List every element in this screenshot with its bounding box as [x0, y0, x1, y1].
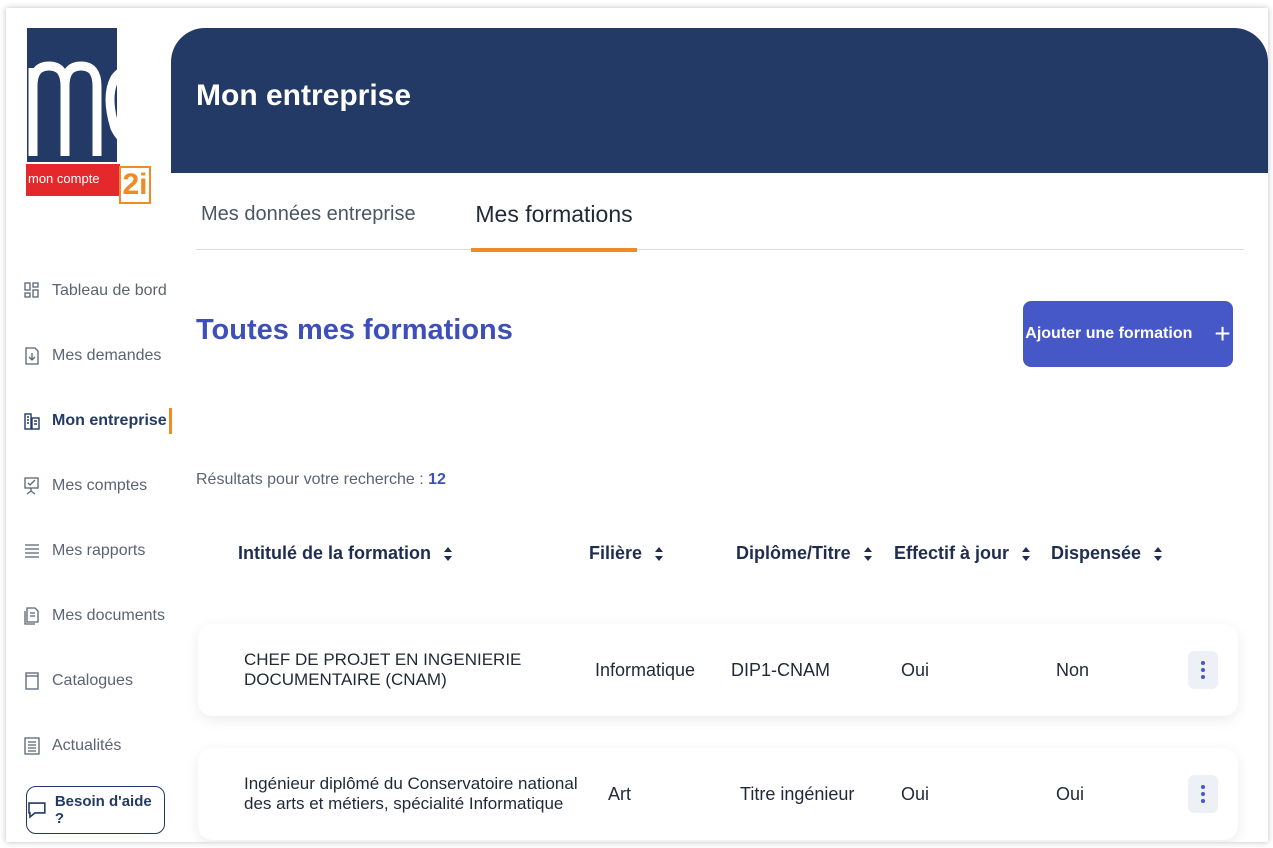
- column-header-label: Diplôme/Titre: [736, 543, 851, 563]
- column-header-diplome[interactable]: Diplôme/Titre: [736, 543, 873, 564]
- plus-icon: +: [1214, 318, 1231, 349]
- cell-effectif: Oui: [901, 659, 930, 680]
- document-download-icon: [25, 346, 39, 365]
- catalog-icon: [25, 671, 39, 690]
- sort-icon: [444, 546, 453, 561]
- table-row[interactable]: Ingénieur diplômé du Conservatoire natio…: [198, 748, 1238, 840]
- sidebar-item-label: Mes documents: [52, 606, 165, 624]
- logo-badge: 2i: [119, 166, 151, 204]
- chat-bubble-icon: [28, 802, 46, 819]
- sidebar-item-label: Mes rapports: [52, 541, 146, 559]
- sidebar-item-tableau-de-bord[interactable]: Tableau de bord: [24, 258, 172, 323]
- sort-icon: [655, 546, 664, 561]
- row-actions-button[interactable]: [1188, 651, 1218, 689]
- sidebar-item-label: Mes demandes: [52, 346, 162, 364]
- building-icon: [24, 412, 40, 430]
- add-formation-label: Ajouter une formation: [1025, 325, 1193, 342]
- column-header-label: Intitulé de la formation: [238, 543, 432, 563]
- app-window: mon compte 2i Tableau de bord Mes demand…: [6, 8, 1268, 842]
- sort-icon: [863, 546, 872, 561]
- column-header-label: Filière: [589, 543, 643, 563]
- column-header-label: Effectif à jour: [894, 543, 1010, 563]
- column-header-effectif[interactable]: Effectif à jour: [894, 543, 1031, 564]
- row-actions-button[interactable]: [1188, 775, 1218, 813]
- column-header-intitule[interactable]: Intitulé de la formation: [238, 543, 453, 564]
- table-header: Intitulé de la formation Filière Diplôme…: [196, 543, 1236, 577]
- sidebar-item-mon-entreprise[interactable]: Mon entreprise: [24, 388, 172, 453]
- sidebar-item-label: Mon entreprise: [52, 411, 167, 429]
- cell-diplome: Titre ingénieur: [740, 783, 855, 804]
- logo-mc[interactable]: [27, 28, 117, 162]
- sidebar-item-label: Catalogues: [52, 671, 133, 689]
- logo-strip-text: mon compte: [26, 164, 120, 196]
- sidebar-item-mes-demandes[interactable]: Mes demandes: [24, 323, 172, 388]
- report-icon: [25, 543, 39, 558]
- cell-intitule: Ingénieur diplômé du Conservatoire natio…: [244, 774, 578, 813]
- column-header-label: Dispensée: [1051, 543, 1142, 563]
- add-formation-button[interactable]: Ajouter une formation +: [1023, 301, 1233, 367]
- sidebar-item-mes-rapports[interactable]: Mes rapports: [24, 518, 172, 583]
- dashboard-icon: [24, 281, 39, 298]
- tab-bar: Mes données entreprise Mes formations: [196, 192, 1244, 252]
- news-icon: [24, 736, 40, 755]
- sidebar-item-catalogues[interactable]: Catalogues: [24, 648, 172, 713]
- results-summary: Résultats pour votre recherche : 12: [196, 471, 446, 489]
- account-check-icon: [24, 476, 39, 495]
- help-button[interactable]: Besoin d'aide ?: [26, 786, 165, 834]
- tab-mes-formations[interactable]: Mes formations: [471, 192, 637, 252]
- column-header-filiere[interactable]: Filière: [589, 543, 664, 564]
- documents-icon: [24, 606, 39, 625]
- logo-mc-icon: [28, 61, 117, 156]
- page-title: Mon entreprise: [196, 79, 412, 112]
- sort-icon: [1022, 546, 1031, 561]
- table-row[interactable]: CHEF DE PROJET EN INGENIERIE DOCUMENTAIR…: [198, 624, 1238, 716]
- cell-filiere: Art: [608, 783, 632, 804]
- sidebar-item-label: Mes comptes: [52, 476, 148, 494]
- sidebar: mon compte 2i Tableau de bord Mes demand…: [6, 8, 172, 842]
- logo-mon-compte-2i: mon compte 2i: [26, 164, 154, 206]
- cell-effectif: Oui: [901, 783, 930, 804]
- section-title: Toutes mes formations: [196, 314, 513, 346]
- sidebar-item-label: Tableau de bord: [52, 281, 167, 299]
- cell-diplome: DIP1-CNAM: [731, 659, 831, 680]
- more-vertical-icon: [1201, 661, 1205, 679]
- page-header: Mon entreprise: [171, 28, 1268, 173]
- sidebar-item-label: Actualités: [52, 736, 122, 754]
- help-button-label: Besoin d'aide ?: [54, 793, 152, 827]
- results-count: 12: [428, 471, 446, 488]
- tab-mes-donnees-entreprise[interactable]: Mes données entreprise: [201, 192, 416, 250]
- sidebar-item-mes-comptes[interactable]: Mes comptes: [24, 453, 172, 518]
- results-label: Résultats pour votre recherche :: [196, 471, 424, 488]
- sort-icon: [1154, 546, 1163, 561]
- cell-dispensee: Oui: [1056, 783, 1085, 804]
- more-vertical-icon: [1201, 785, 1205, 803]
- sidebar-item-mes-documents[interactable]: Mes documents: [24, 583, 172, 648]
- cell-filiere: Informatique: [595, 659, 696, 680]
- sidebar-item-actualites[interactable]: Actualités: [24, 713, 172, 778]
- sidebar-nav: Tableau de bord Mes demandes Mon entrepr…: [24, 258, 172, 778]
- column-header-dispensee[interactable]: Dispensée: [1051, 543, 1163, 564]
- cell-dispensee: Non: [1056, 659, 1090, 680]
- cell-intitule: CHEF DE PROJET EN INGENIERIE DOCUMENTAIR…: [244, 650, 522, 689]
